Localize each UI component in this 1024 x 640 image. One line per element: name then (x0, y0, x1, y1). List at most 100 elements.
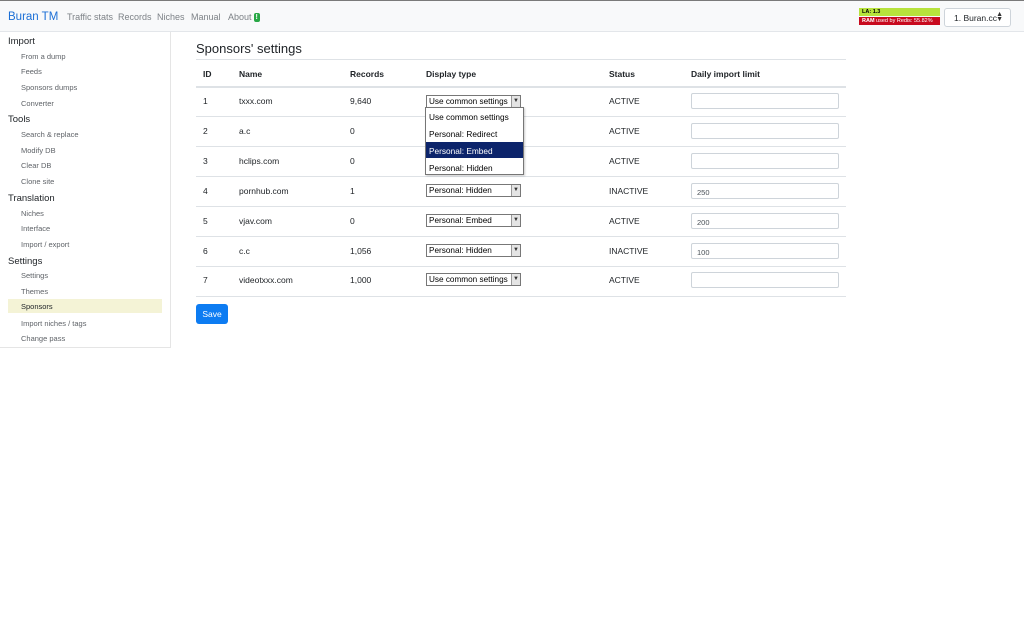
brand-logo[interactable]: Buran TM (8, 11, 58, 23)
nav-link-traffic-stats[interactable]: Traffic stats (67, 12, 113, 22)
dropdown-arrow-icon: ▼ (511, 274, 520, 285)
page-title: Sponsors' settings (196, 41, 302, 56)
column-header-name: Name (239, 69, 263, 79)
sidebar-item-niches[interactable]: Niches (8, 206, 162, 220)
table-row: 6 c.c 1,056 Personal: Hidden ▼ INACTIVE 1… (196, 237, 846, 267)
save-button[interactable]: Save (196, 304, 228, 324)
top-navbar: Buran TM Traffic stats Records Niches Ma… (0, 0, 1024, 32)
display-type-value: Personal: Embed (429, 216, 492, 225)
sidebar-section-settings: Settings (8, 256, 43, 267)
sidebar-item-converter[interactable]: Converter (8, 96, 162, 110)
site-select-value: 1. Buran.cc (954, 13, 997, 23)
sidebar-section-import: Import (8, 36, 35, 47)
cell-status: ACTIVE (609, 156, 640, 166)
daily-limit-input[interactable] (691, 153, 839, 169)
dropdown-option-use-common[interactable]: Use common settings (426, 108, 523, 124)
display-type-value: Use common settings (429, 275, 508, 284)
sidebar-item-change-pass[interactable]: Change pass (8, 331, 162, 345)
daily-limit-input[interactable] (691, 93, 839, 109)
sidebar-item-modify-db[interactable]: Modify DB (8, 143, 162, 157)
display-type-select[interactable]: Personal: Embed ▼ (426, 214, 521, 227)
cell-name: a.c (239, 126, 251, 136)
sidebar-item-clone-site[interactable]: Clone site (8, 174, 162, 188)
display-type-value: Use common settings (429, 97, 508, 106)
cell-name: pornhub.com (239, 186, 289, 196)
cell-records: 0 (350, 156, 355, 166)
ram-usage-label: used by Redis: 55.82% (874, 18, 933, 24)
display-type-value: Personal: Hidden (429, 186, 492, 195)
cell-name: videotxxx.com (239, 275, 293, 285)
cell-status: ACTIVE (609, 96, 640, 106)
dropdown-arrow-icon: ▼ (511, 215, 520, 226)
display-type-value: Personal: Hidden (429, 246, 492, 255)
nav-link-about[interactable]: About! (228, 12, 260, 22)
ram-usage-prefix: RAM (862, 18, 875, 24)
cell-status: INACTIVE (609, 186, 649, 196)
column-header-daily-limit: Daily import limit (691, 69, 760, 79)
daily-limit-input[interactable]: 250 (691, 183, 839, 199)
table-top-border (196, 59, 846, 60)
sidebar-item-settings[interactable]: Settings (8, 268, 162, 282)
sidebar-section-tools: Tools (8, 114, 31, 125)
cell-name: hclips.com (239, 156, 280, 166)
site-select[interactable]: 1. Buran.cc ▲ ▼ (944, 8, 1011, 27)
cell-id: 4 (203, 186, 208, 196)
nav-link-about-label: About (228, 12, 252, 22)
nav-link-records[interactable]: Records (118, 12, 152, 22)
column-header-id: ID (203, 69, 212, 79)
display-type-dropdown-list: Use common settings Personal: Redirect P… (425, 107, 524, 175)
column-header-status: Status (609, 69, 635, 79)
sidebar-item-import-export[interactable]: Import / export (8, 237, 162, 251)
cell-status: ACTIVE (609, 216, 640, 226)
cell-records: 9,640 (350, 96, 372, 106)
table-row: 5 vjav.com 0 Personal: Embed ▼ ACTIVE 200 (196, 207, 846, 237)
display-type-select[interactable]: Personal: Hidden ▼ (426, 244, 521, 257)
sidebar-item-interface[interactable]: Interface (8, 221, 162, 235)
dropdown-option-hidden[interactable]: Personal: Hidden (426, 159, 523, 175)
dropdown-option-redirect[interactable]: Personal: Redirect (426, 125, 523, 141)
column-header-display-type: Display type (426, 69, 477, 79)
table-row: 7 videotxxx.com 1,000 Use common setting… (196, 267, 846, 297)
ram-usage-bar: RAM used by Redis: 55.82% (859, 17, 940, 25)
cell-name: c.c (239, 246, 250, 256)
about-badge: ! (253, 13, 260, 22)
column-header-records: Records (350, 69, 385, 79)
cell-records: 1 (350, 186, 355, 196)
cell-records: 1,000 (350, 275, 372, 285)
sidebar-item-sponsors-dumps[interactable]: Sponsors dumps (8, 80, 162, 94)
cell-name: vjav.com (239, 216, 272, 226)
sidebar-item-import-niches-tags[interactable]: Import niches / tags (8, 316, 162, 330)
cell-id: 5 (203, 216, 208, 226)
cell-records: 0 (350, 126, 355, 136)
sidebar-item-clear-db[interactable]: Clear DB (8, 158, 162, 172)
cell-records: 0 (350, 216, 355, 226)
sidebar-item-sponsors[interactable]: Sponsors (8, 299, 162, 313)
cell-id: 3 (203, 156, 208, 166)
dropdown-arrow-icon: ▼ (511, 96, 520, 107)
sidebar-item-themes[interactable]: Themes (8, 284, 162, 298)
table-row: 4 pornhub.com 1 Personal: Hidden ▼ INACTI… (196, 177, 846, 207)
sidebar-item-search-replace[interactable]: Search & replace (8, 127, 162, 141)
nav-link-manual[interactable]: Manual (191, 12, 221, 22)
cell-status: ACTIVE (609, 126, 640, 136)
daily-limit-input[interactable] (691, 123, 839, 139)
dropdown-arrow-icon: ▼ (511, 245, 520, 256)
cell-id: 6 (203, 246, 208, 256)
display-type-select[interactable]: Personal: Hidden ▼ (426, 184, 521, 197)
dropdown-arrow-icon: ▼ (511, 185, 520, 196)
sidebar-item-feeds[interactable]: Feeds (8, 64, 162, 78)
nav-link-niches[interactable]: Niches (157, 12, 185, 22)
cell-status: ACTIVE (609, 275, 640, 285)
display-type-select[interactable]: Use common settings ▼ (426, 273, 521, 286)
cell-id: 2 (203, 126, 208, 136)
daily-limit-input[interactable]: 200 (691, 213, 839, 229)
dropdown-option-embed[interactable]: Personal: Embed (426, 142, 523, 158)
sidebar-item-from-a-dump[interactable]: From a dump (8, 49, 162, 63)
cell-name: txxx.com (239, 96, 273, 106)
cell-id: 7 (203, 275, 208, 285)
daily-limit-input[interactable] (691, 272, 839, 288)
cell-status: INACTIVE (609, 246, 649, 256)
daily-limit-input[interactable]: 100 (691, 243, 839, 259)
cell-records: 1,056 (350, 246, 372, 256)
load-average-bar: LA: 1.3 (859, 8, 940, 16)
